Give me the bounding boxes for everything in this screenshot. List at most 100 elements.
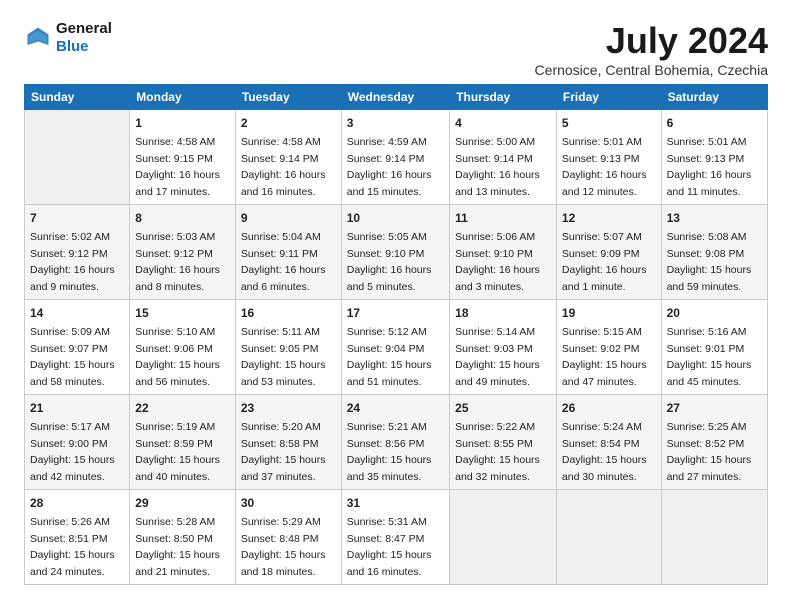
- day-info: Sunrise: 5:08 AMSunset: 9:08 PMDaylight:…: [667, 231, 752, 293]
- day-number: 18: [455, 304, 551, 322]
- day-number: 8: [135, 209, 230, 227]
- day-info: Sunrise: 5:00 AMSunset: 9:14 PMDaylight:…: [455, 136, 540, 198]
- col-header-friday: Friday: [556, 85, 661, 110]
- day-number: 14: [30, 304, 124, 322]
- calendar-cell: 28 Sunrise: 5:26 AMSunset: 8:51 PMDaylig…: [25, 490, 130, 585]
- logo-icon: [24, 24, 52, 52]
- day-info: Sunrise: 5:06 AMSunset: 9:10 PMDaylight:…: [455, 231, 540, 293]
- day-info: Sunrise: 5:31 AMSunset: 8:47 PMDaylight:…: [347, 516, 432, 578]
- day-info: Sunrise: 5:29 AMSunset: 8:48 PMDaylight:…: [241, 516, 326, 578]
- page-header: General Blue July 2024 Cernosice, Centra…: [24, 20, 768, 78]
- day-number: 5: [562, 114, 656, 132]
- calendar-cell: 23 Sunrise: 5:20 AMSunset: 8:58 PMDaylig…: [235, 395, 341, 490]
- calendar-cell: 6 Sunrise: 5:01 AMSunset: 9:13 PMDayligh…: [661, 110, 767, 205]
- logo-line2: Blue: [56, 38, 112, 56]
- day-info: Sunrise: 5:07 AMSunset: 9:09 PMDaylight:…: [562, 231, 647, 293]
- calendar-cell: 19 Sunrise: 5:15 AMSunset: 9:02 PMDaylig…: [556, 300, 661, 395]
- day-number: 15: [135, 304, 230, 322]
- calendar-cell: [25, 110, 130, 205]
- day-info: Sunrise: 5:09 AMSunset: 9:07 PMDaylight:…: [30, 326, 115, 388]
- calendar-cell: [661, 490, 767, 585]
- day-info: Sunrise: 5:21 AMSunset: 8:56 PMDaylight:…: [347, 421, 432, 483]
- day-info: Sunrise: 4:58 AMSunset: 9:14 PMDaylight:…: [241, 136, 326, 198]
- calendar-cell: 12 Sunrise: 5:07 AMSunset: 9:09 PMDaylig…: [556, 205, 661, 300]
- calendar-cell: 25 Sunrise: 5:22 AMSunset: 8:55 PMDaylig…: [450, 395, 557, 490]
- day-number: 9: [241, 209, 336, 227]
- calendar-cell: 27 Sunrise: 5:25 AMSunset: 8:52 PMDaylig…: [661, 395, 767, 490]
- day-number: 27: [667, 399, 762, 417]
- day-info: Sunrise: 5:01 AMSunset: 9:13 PMDaylight:…: [562, 136, 647, 198]
- day-number: 23: [241, 399, 336, 417]
- day-info: Sunrise: 4:58 AMSunset: 9:15 PMDaylight:…: [135, 136, 220, 198]
- title-section: July 2024 Cernosice, Central Bohemia, Cz…: [535, 20, 768, 78]
- logo-line1: General: [56, 20, 112, 38]
- day-number: 1: [135, 114, 230, 132]
- calendar-cell: 30 Sunrise: 5:29 AMSunset: 8:48 PMDaylig…: [235, 490, 341, 585]
- calendar-cell: 11 Sunrise: 5:06 AMSunset: 9:10 PMDaylig…: [450, 205, 557, 300]
- calendar-cell: 13 Sunrise: 5:08 AMSunset: 9:08 PMDaylig…: [661, 205, 767, 300]
- day-number: 16: [241, 304, 336, 322]
- day-number: 28: [30, 494, 124, 512]
- day-info: Sunrise: 5:05 AMSunset: 9:10 PMDaylight:…: [347, 231, 432, 293]
- logo: General Blue: [24, 20, 112, 56]
- day-number: 31: [347, 494, 444, 512]
- calendar-cell: 24 Sunrise: 5:21 AMSunset: 8:56 PMDaylig…: [341, 395, 449, 490]
- day-number: 22: [135, 399, 230, 417]
- calendar-cell: 29 Sunrise: 5:28 AMSunset: 8:50 PMDaylig…: [130, 490, 236, 585]
- day-number: 6: [667, 114, 762, 132]
- day-info: Sunrise: 5:20 AMSunset: 8:58 PMDaylight:…: [241, 421, 326, 483]
- day-number: 25: [455, 399, 551, 417]
- col-header-thursday: Thursday: [450, 85, 557, 110]
- col-header-monday: Monday: [130, 85, 236, 110]
- col-header-wednesday: Wednesday: [341, 85, 449, 110]
- day-info: Sunrise: 5:26 AMSunset: 8:51 PMDaylight:…: [30, 516, 115, 578]
- day-info: Sunrise: 5:15 AMSunset: 9:02 PMDaylight:…: [562, 326, 647, 388]
- day-number: 17: [347, 304, 444, 322]
- day-number: 11: [455, 209, 551, 227]
- day-info: Sunrise: 5:28 AMSunset: 8:50 PMDaylight:…: [135, 516, 220, 578]
- calendar-cell: 8 Sunrise: 5:03 AMSunset: 9:12 PMDayligh…: [130, 205, 236, 300]
- calendar-cell: 15 Sunrise: 5:10 AMSunset: 9:06 PMDaylig…: [130, 300, 236, 395]
- calendar-cell: 1 Sunrise: 4:58 AMSunset: 9:15 PMDayligh…: [130, 110, 236, 205]
- day-info: Sunrise: 5:24 AMSunset: 8:54 PMDaylight:…: [562, 421, 647, 483]
- calendar-cell: 7 Sunrise: 5:02 AMSunset: 9:12 PMDayligh…: [25, 205, 130, 300]
- day-number: 29: [135, 494, 230, 512]
- calendar-cell: 3 Sunrise: 4:59 AMSunset: 9:14 PMDayligh…: [341, 110, 449, 205]
- day-info: Sunrise: 5:10 AMSunset: 9:06 PMDaylight:…: [135, 326, 220, 388]
- day-info: Sunrise: 4:59 AMSunset: 9:14 PMDaylight:…: [347, 136, 432, 198]
- calendar-cell: 10 Sunrise: 5:05 AMSunset: 9:10 PMDaylig…: [341, 205, 449, 300]
- calendar-cell: 18 Sunrise: 5:14 AMSunset: 9:03 PMDaylig…: [450, 300, 557, 395]
- day-info: Sunrise: 5:22 AMSunset: 8:55 PMDaylight:…: [455, 421, 540, 483]
- calendar-cell: 4 Sunrise: 5:00 AMSunset: 9:14 PMDayligh…: [450, 110, 557, 205]
- calendar-cell: 14 Sunrise: 5:09 AMSunset: 9:07 PMDaylig…: [25, 300, 130, 395]
- day-number: 2: [241, 114, 336, 132]
- day-number: 13: [667, 209, 762, 227]
- calendar-cell: 17 Sunrise: 5:12 AMSunset: 9:04 PMDaylig…: [341, 300, 449, 395]
- col-header-saturday: Saturday: [661, 85, 767, 110]
- day-number: 20: [667, 304, 762, 322]
- day-info: Sunrise: 5:04 AMSunset: 9:11 PMDaylight:…: [241, 231, 326, 293]
- calendar-cell: 22 Sunrise: 5:19 AMSunset: 8:59 PMDaylig…: [130, 395, 236, 490]
- day-number: 21: [30, 399, 124, 417]
- day-info: Sunrise: 5:14 AMSunset: 9:03 PMDaylight:…: [455, 326, 540, 388]
- calendar-cell: 2 Sunrise: 4:58 AMSunset: 9:14 PMDayligh…: [235, 110, 341, 205]
- day-info: Sunrise: 5:17 AMSunset: 9:00 PMDaylight:…: [30, 421, 115, 483]
- calendar-table: SundayMondayTuesdayWednesdayThursdayFrid…: [24, 84, 768, 585]
- day-info: Sunrise: 5:19 AMSunset: 8:59 PMDaylight:…: [135, 421, 220, 483]
- calendar-cell: 31 Sunrise: 5:31 AMSunset: 8:47 PMDaylig…: [341, 490, 449, 585]
- calendar-cell: 9 Sunrise: 5:04 AMSunset: 9:11 PMDayligh…: [235, 205, 341, 300]
- day-number: 26: [562, 399, 656, 417]
- calendar-cell: 26 Sunrise: 5:24 AMSunset: 8:54 PMDaylig…: [556, 395, 661, 490]
- day-number: 19: [562, 304, 656, 322]
- day-number: 30: [241, 494, 336, 512]
- day-info: Sunrise: 5:02 AMSunset: 9:12 PMDaylight:…: [30, 231, 115, 293]
- day-number: 7: [30, 209, 124, 227]
- day-number: 4: [455, 114, 551, 132]
- day-info: Sunrise: 5:01 AMSunset: 9:13 PMDaylight:…: [667, 136, 752, 198]
- calendar-cell: 21 Sunrise: 5:17 AMSunset: 9:00 PMDaylig…: [25, 395, 130, 490]
- day-number: 24: [347, 399, 444, 417]
- col-header-tuesday: Tuesday: [235, 85, 341, 110]
- calendar-cell: 5 Sunrise: 5:01 AMSunset: 9:13 PMDayligh…: [556, 110, 661, 205]
- col-header-sunday: Sunday: [25, 85, 130, 110]
- location-subtitle: Cernosice, Central Bohemia, Czechia: [535, 62, 768, 78]
